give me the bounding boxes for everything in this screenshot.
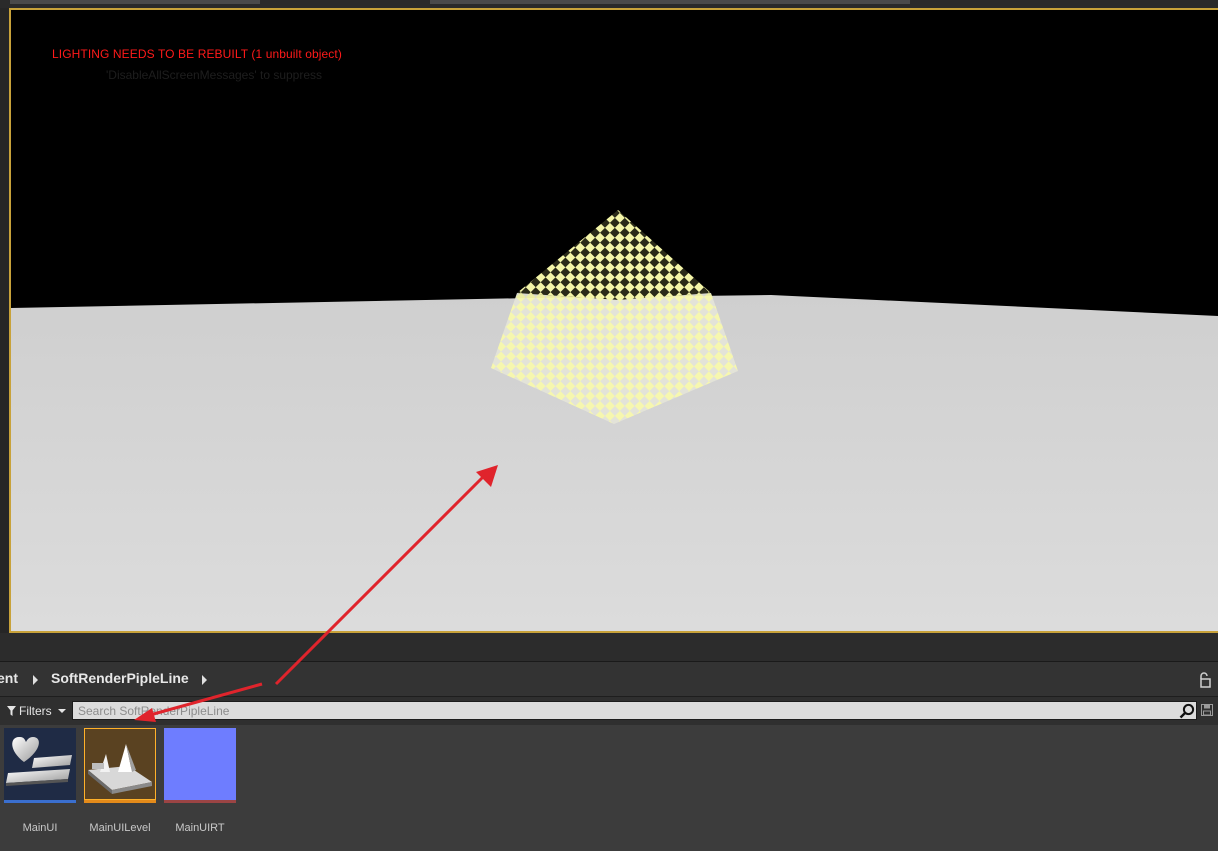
asset-label: MainUI (22, 822, 58, 834)
viewport-scene (11, 10, 1218, 631)
asset-tile-mainui[interactable]: MainUI (4, 728, 76, 834)
asset-label: MainUIRT (175, 822, 225, 834)
search-icon[interactable] (1179, 703, 1195, 719)
search-input[interactable] (72, 701, 1197, 720)
asset-type-bar (164, 800, 236, 803)
level-viewport[interactable]: LIGHTING NEEDS TO BE REBUILT (1 unbuilt … (9, 8, 1218, 633)
suppress-hint-text: 'DisableAllScreenMessages' to suppress (106, 68, 323, 82)
chevron-right-icon[interactable] (33, 675, 38, 685)
unlock-icon[interactable] (1198, 672, 1212, 688)
asset-tile-mainuilevel[interactable]: MainUILevel (84, 728, 156, 834)
filters-button[interactable]: Filters (2, 700, 72, 722)
breadcrumb-item-content[interactable]: ent (0, 670, 18, 686)
asset-tile-mainuirt[interactable]: MainUIRT (164, 728, 236, 834)
asset-type-bar (84, 800, 156, 803)
chevron-right-icon[interactable] (202, 675, 207, 685)
filter-bar: Filters (0, 697, 1218, 725)
asset-type-bar (4, 800, 76, 803)
panel-separator (0, 633, 1218, 662)
render-target-thumbnail (164, 728, 236, 800)
breadcrumb: ent SoftRenderPipleLine (0, 662, 1218, 697)
breadcrumb-item-softrenderpipleline[interactable]: SoftRenderPipleLine (51, 670, 189, 686)
chevron-down-icon (57, 709, 66, 713)
filters-label: Filters (19, 704, 52, 718)
asset-label: MainUILevel (89, 822, 151, 834)
funnel-icon (7, 706, 16, 716)
widget-blueprint-icon (4, 728, 76, 800)
top-tab-strip (0, 0, 1218, 8)
tab-strip-segment (10, 0, 260, 4)
left-gutter (0, 8, 9, 633)
level-icon (84, 728, 156, 800)
save-icon[interactable] (1201, 704, 1213, 716)
tab-strip-segment (430, 0, 910, 4)
lighting-warning-text: LIGHTING NEEDS TO BE REBUILT (1 unbuilt … (52, 47, 342, 61)
asset-grid: MainUI MainUILevel MainUIRT (0, 725, 1218, 851)
